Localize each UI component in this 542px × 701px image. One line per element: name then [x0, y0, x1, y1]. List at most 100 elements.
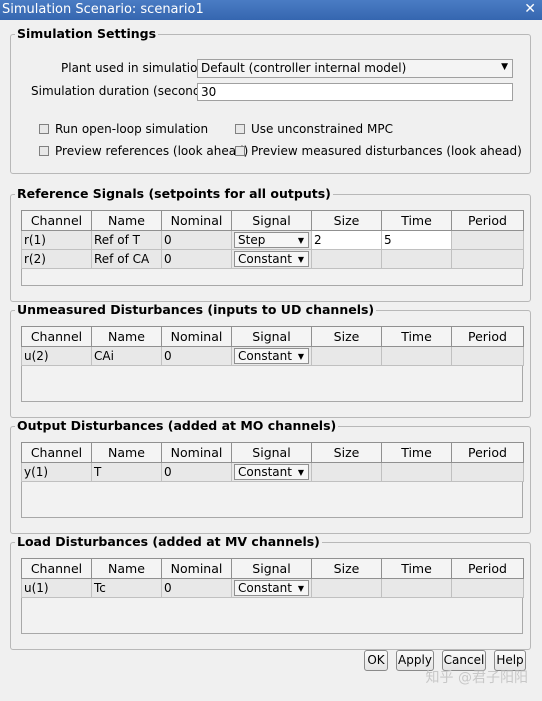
table-header-row: Channel Name Nominal Signal Size Time Pe… [21, 442, 524, 463]
open-loop-checkbox[interactable]: Run open-loop simulation [39, 122, 208, 136]
size-cell[interactable] [311, 346, 382, 366]
column-header-channel[interactable]: Channel [21, 210, 92, 231]
signal-dropdown[interactable]: Constant ▼ [234, 580, 309, 596]
column-header-time[interactable]: Time [381, 326, 452, 347]
column-header-nominal[interactable]: Nominal [161, 326, 232, 347]
column-header-signal[interactable]: Signal [231, 326, 312, 347]
unconstrained-mpc-checkbox[interactable]: Use unconstrained MPC [235, 122, 393, 136]
signal-dropdown-value: Constant [238, 465, 292, 479]
column-header-size[interactable]: Size [311, 558, 382, 579]
chevron-down-icon: ▼ [297, 352, 304, 361]
column-header-nominal[interactable]: Nominal [161, 558, 232, 579]
signal-cell[interactable]: Constant ▼ [231, 578, 312, 598]
nominal-cell[interactable]: 0 [161, 462, 232, 482]
column-header-name[interactable]: Name [91, 558, 162, 579]
column-header-signal[interactable]: Signal [231, 442, 312, 463]
plant-dropdown-value: Default (controller internal model) [201, 61, 407, 75]
signal-dropdown-value: Step [238, 233, 266, 247]
period-cell[interactable] [451, 462, 524, 482]
column-header-nominal[interactable]: Nominal [161, 442, 232, 463]
preview-references-label: Preview references (look ahead) [55, 144, 249, 158]
signal-cell[interactable]: Step ▼ [231, 230, 312, 250]
signal-cell[interactable]: Constant ▼ [231, 249, 312, 269]
channel-cell: r(2) [21, 249, 92, 269]
size-cell[interactable] [311, 249, 382, 269]
name-cell[interactable]: Ref of CA [91, 249, 162, 269]
chevron-down-icon: ▼ [297, 584, 304, 593]
column-header-signal[interactable]: Signal [231, 210, 312, 231]
column-header-time[interactable]: Time [381, 558, 452, 579]
chevron-down-icon: ▼ [501, 62, 508, 72]
time-cell[interactable] [381, 578, 452, 598]
nominal-cell[interactable]: 0 [161, 346, 232, 366]
period-cell[interactable] [451, 249, 524, 269]
column-header-size[interactable]: Size [311, 210, 382, 231]
unmeasured-table: Channel Name Nominal Signal Size Time Pe… [21, 326, 524, 366]
signal-dropdown[interactable]: Constant ▼ [234, 348, 309, 364]
column-header-size[interactable]: Size [311, 442, 382, 463]
column-header-nominal[interactable]: Nominal [161, 210, 232, 231]
column-header-name[interactable]: Name [91, 326, 162, 347]
channel-cell: y(1) [21, 462, 92, 482]
column-header-time[interactable]: Time [381, 210, 452, 231]
duration-field[interactable]: 30 [197, 83, 513, 101]
signal-cell[interactable]: Constant ▼ [231, 462, 312, 482]
size-cell[interactable]: 2 [311, 230, 382, 250]
period-cell[interactable] [451, 346, 524, 366]
channel-cell: r(1) [21, 230, 92, 250]
signal-dropdown[interactable]: Step ▼ [234, 232, 309, 248]
time-cell[interactable] [381, 462, 452, 482]
checkbox-box [235, 124, 245, 134]
nominal-cell[interactable]: 0 [161, 249, 232, 269]
time-cell[interactable] [381, 346, 452, 366]
name-cell[interactable]: Tc [91, 578, 162, 598]
period-cell[interactable] [451, 230, 524, 250]
signal-dropdown[interactable]: Constant ▼ [234, 464, 309, 480]
preview-measured-label: Preview measured disturbances (look ahea… [251, 144, 522, 158]
close-icon[interactable]: ✕ [524, 1, 536, 17]
column-header-name[interactable]: Name [91, 210, 162, 231]
column-header-channel[interactable]: Channel [21, 558, 92, 579]
preview-references-checkbox[interactable]: Preview references (look ahead) [39, 144, 248, 158]
signal-dropdown[interactable]: Constant ▼ [234, 251, 309, 267]
column-header-time[interactable]: Time [381, 442, 452, 463]
load-table: Channel Name Nominal Signal Size Time Pe… [21, 558, 524, 598]
ok-button[interactable]: OK [364, 650, 388, 671]
unmeasured-disturbances-title: Unmeasured Disturbances (inputs to UD ch… [15, 302, 377, 318]
plant-dropdown[interactable]: Default (controller internal model) ▼ [197, 59, 513, 78]
simulation-settings-title: Simulation Settings [15, 26, 159, 42]
table-row: y(1) T 0 Constant ▼ [21, 462, 524, 482]
column-header-name[interactable]: Name [91, 442, 162, 463]
reference-signals-group: Reference Signals (setpoints for all out… [10, 186, 531, 302]
column-header-size[interactable]: Size [311, 326, 382, 347]
size-cell[interactable] [311, 462, 382, 482]
nominal-cell[interactable]: 0 [161, 578, 232, 598]
preview-measured-checkbox[interactable]: Preview measured disturbances (look ahea… [235, 144, 522, 158]
output-table: Channel Name Nominal Signal Size Time Pe… [21, 442, 524, 482]
column-header-channel[interactable]: Channel [21, 326, 92, 347]
table-row: r(1) Ref of T 0 Step ▼ 2 5 [21, 230, 524, 250]
period-cell[interactable] [451, 578, 524, 598]
column-header-period[interactable]: Period [451, 210, 524, 231]
column-header-period[interactable]: Period [451, 558, 524, 579]
time-cell[interactable] [381, 249, 452, 269]
channel-cell: u(2) [21, 346, 92, 366]
time-cell[interactable]: 5 [381, 230, 452, 250]
name-cell[interactable]: T [91, 462, 162, 482]
checkbox-box [235, 146, 245, 156]
signal-dropdown-value: Constant [238, 581, 292, 595]
column-header-period[interactable]: Period [451, 326, 524, 347]
table-header-row: Channel Name Nominal Signal Size Time Pe… [21, 326, 524, 347]
unconstrained-mpc-label: Use unconstrained MPC [251, 122, 393, 136]
signal-cell[interactable]: Constant ▼ [231, 346, 312, 366]
name-cell[interactable]: CAi [91, 346, 162, 366]
chevron-down-icon: ▼ [297, 468, 304, 477]
nominal-cell[interactable]: 0 [161, 230, 232, 250]
column-header-channel[interactable]: Channel [21, 442, 92, 463]
column-header-period[interactable]: Period [451, 442, 524, 463]
watermark: 知乎 @君子阳阳 [425, 670, 528, 686]
checkbox-box [39, 146, 49, 156]
size-cell[interactable] [311, 578, 382, 598]
name-cell[interactable]: Ref of T [91, 230, 162, 250]
column-header-signal[interactable]: Signal [231, 558, 312, 579]
